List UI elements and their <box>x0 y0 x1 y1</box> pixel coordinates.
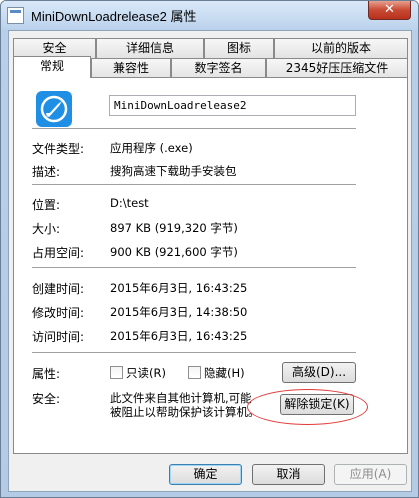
security-label: 安全: <box>32 392 61 406</box>
divider <box>32 267 356 268</box>
modified-label: 修改时间: <box>32 306 85 320</box>
ok-button[interactable]: 确定 <box>169 464 242 485</box>
file-type-value: 应用程序 (.exe) <box>110 141 193 155</box>
tab-general[interactable]: 常规 <box>13 56 91 78</box>
hidden-label[interactable]: 隐藏(H) <box>204 365 245 381</box>
created-label: 创建时间: <box>32 282 85 296</box>
window-title: MiniDownLoadrelease2 属性 <box>31 9 197 24</box>
divider <box>32 352 356 353</box>
file-type-label: 文件类型: <box>32 142 85 156</box>
modified-value: 2015年6月3日, 14:38:50 <box>110 305 248 319</box>
hidden-checkbox[interactable] <box>188 366 201 379</box>
description-label: 描述: <box>32 165 61 179</box>
tab-2345-archive[interactable]: 2345好压压缩文件 <box>266 58 408 78</box>
description-value: 搜狗高速下载助手安装包 <box>110 164 237 178</box>
location-value: D:\test <box>110 196 149 210</box>
divider <box>32 128 356 129</box>
created-value: 2015年6月3日, 16:43:25 <box>110 281 248 295</box>
advanced-button[interactable]: 高级(D)... <box>282 362 356 383</box>
properties-window: MiniDownLoadrelease2 属性 ✕ 安全 详细信息 图标 以前的… <box>0 0 419 498</box>
security-warning-line2: 被阻止以帮助保护该计算机。 <box>110 405 260 419</box>
tab-digital-signatures[interactable]: 数字签名 <box>171 58 266 78</box>
location-label: 位置: <box>32 198 61 212</box>
close-button[interactable]: ✕ <box>368 1 411 20</box>
tab-previous-versions[interactable]: 以前的版本 <box>274 38 408 58</box>
size-on-disk-value: 900 KB (921,600 字节) <box>110 245 238 259</box>
cancel-button[interactable]: 取消 <box>252 464 325 485</box>
window-icon <box>7 7 24 24</box>
tab-security[interactable]: 安全 <box>13 38 96 58</box>
tab-icon[interactable]: 图标 <box>204 38 274 58</box>
tab-details[interactable]: 详细信息 <box>96 38 204 58</box>
readonly-checkbox[interactable] <box>110 366 123 379</box>
rocket-icon <box>40 95 68 123</box>
readonly-label[interactable]: 只读(R) <box>126 365 166 381</box>
file-name-input[interactable] <box>109 95 356 116</box>
size-label: 大小: <box>32 222 61 236</box>
accessed-value: 2015年6月3日, 16:43:25 <box>110 329 248 343</box>
apply-button[interactable]: 应用(A) <box>334 464 407 485</box>
general-panel: 文件类型: 应用程序 (.exe) 描述: 搜狗高速下载助手安装包 位置: D:… <box>13 77 408 454</box>
title-bar[interactable]: MiniDownLoadrelease2 属性 ✕ <box>1 1 418 29</box>
accessed-label: 访问时间: <box>32 330 85 344</box>
unblock-button[interactable]: 解除锁定(K) <box>280 394 354 415</box>
dialog-client: 安全 详细信息 图标 以前的版本 常规 兼容性 数字签名 2345好压压缩文件 … <box>8 30 412 492</box>
divider <box>32 184 356 185</box>
tab-compatibility[interactable]: 兼容性 <box>91 58 171 78</box>
size-on-disk-label: 占用空间: <box>32 246 85 260</box>
size-value: 897 KB (919,320 字节) <box>110 221 238 235</box>
app-icon <box>36 91 72 127</box>
attributes-label: 属性: <box>32 367 61 381</box>
